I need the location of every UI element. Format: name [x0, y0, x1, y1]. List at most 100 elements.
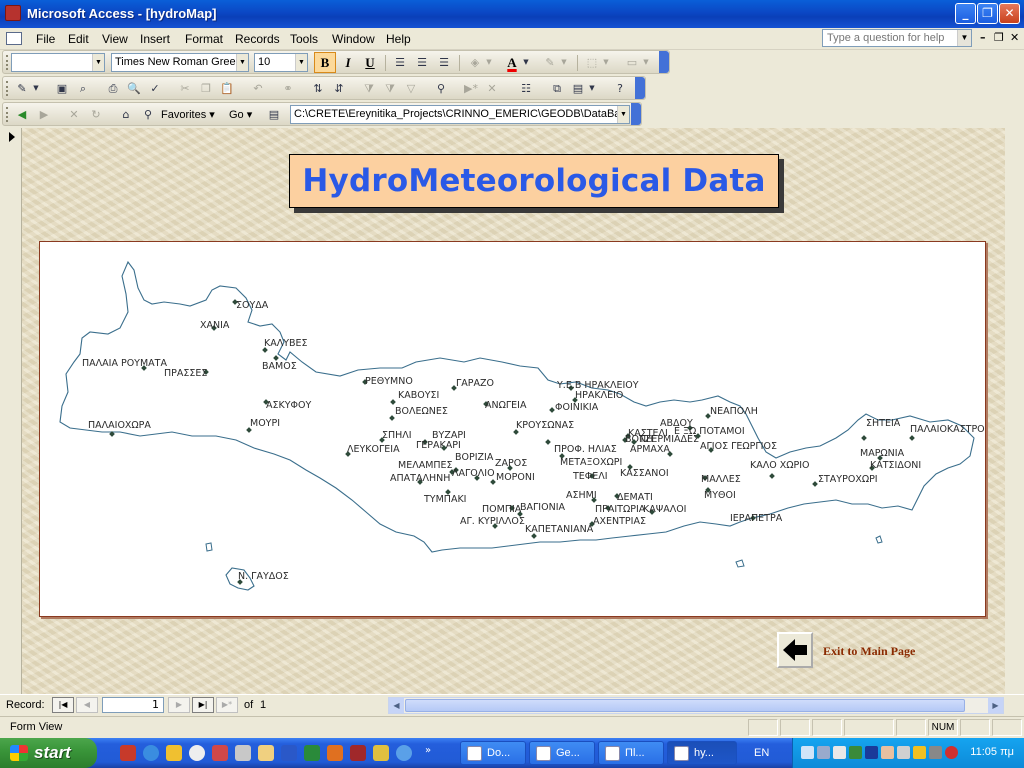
font-color-icon[interactable]: A: [503, 54, 521, 71]
station-29[interactable]: ΑΓ. ΚΥΡΙΛΛΟΣ: [460, 516, 525, 529]
first-record-button[interactable]: |◀: [52, 697, 74, 713]
chevron-down-icon[interactable]: ▼: [587, 80, 597, 97]
station-39[interactable]: ΠΡΑΙΤΩΡΙΑ: [595, 504, 646, 515]
start-button[interactable]: start: [0, 738, 97, 768]
station-27[interactable]: ΠΟΜΠΙΑ: [482, 504, 522, 515]
hyperlink-icon[interactable]: ⚭: [279, 80, 297, 97]
favorites-menu[interactable]: Favorites ▾: [161, 108, 215, 121]
station-26[interactable]: ΤΥΜΠΑΚΙ: [423, 489, 466, 505]
exit-main-page-label[interactable]: Exit to Main Page: [823, 644, 915, 659]
doc-minimize-button[interactable]: –: [980, 31, 986, 44]
station-51[interactable]: ΚΑΨΑΛΟΙ: [643, 504, 686, 515]
quicklaunch-expand-icon[interactable]: »: [425, 745, 435, 761]
station-marker[interactable]: [389, 415, 395, 421]
properties-icon[interactable]: ☷: [517, 80, 535, 97]
last-record-button[interactable]: ▶|: [192, 697, 214, 713]
task-button-active[interactable]: hy...: [667, 741, 737, 765]
menu-window[interactable]: Window: [332, 32, 375, 46]
go-menu[interactable]: Go ▾: [229, 108, 252, 121]
menu-file[interactable]: File: [36, 32, 55, 46]
task-button[interactable]: Πl...: [598, 741, 664, 765]
station-5[interactable]: ΠΑΛΑΙΑ ΡΟΥΜΑΤΑ: [82, 358, 167, 371]
scroll-thumb[interactable]: [405, 699, 965, 712]
powerpoint-icon[interactable]: [327, 745, 343, 761]
doc-close-button[interactable]: ✕: [1010, 31, 1019, 44]
tray-icon[interactable]: [833, 746, 846, 759]
address-combo[interactable]: C:\CRETE\Ereynitika_Projects\CRINNO_EMER…: [290, 105, 630, 124]
cut-icon[interactable]: ✂: [176, 80, 194, 97]
menu-edit[interactable]: Edit: [68, 32, 89, 46]
station-33[interactable]: ΗΡΑΚΛΕΙΟ: [572, 390, 623, 403]
task-button[interactable]: Ge...: [529, 741, 595, 765]
maximize-button[interactable]: ❐: [977, 3, 998, 24]
station-49[interactable]: ΑΓΙΟΣ ΓΕΩΡΓΙΟΣ: [700, 441, 777, 453]
crete-map[interactable]: ΣΟΥΔΑ ΧΑΝΙΑ ΚΑΛΥΒΕΣ ΒΑΜΟΣ ΠΑΛΑΙΑ ΡΟΥΜΑΤΑ ΠΡΑΣ…: [39, 241, 986, 617]
quicklaunch-app-icon[interactable]: [189, 745, 205, 761]
tray-icon[interactable]: [801, 746, 814, 759]
align-right-icon[interactable]: ☰: [435, 54, 453, 71]
help-icon[interactable]: ?: [611, 80, 629, 97]
station-21[interactable]: ΑΠΑΤΑΛΗΝΗ: [390, 473, 450, 485]
quicklaunch-app-icon[interactable]: [373, 745, 389, 761]
station-14[interactable]: ΒΟΛΕΩΝΕΣ: [389, 406, 448, 421]
tray-icon[interactable]: [897, 746, 910, 759]
station-marker[interactable]: [273, 355, 279, 361]
tray-icon[interactable]: [945, 746, 958, 759]
filter-by-selection-icon[interactable]: ⧩: [360, 80, 378, 97]
chevron-down-icon[interactable]: ▼: [601, 54, 611, 71]
station-6[interactable]: ΠΡΑΣΣΕΣ: [164, 368, 209, 379]
station-57[interactable]: ΣΗΤΕΙΑ: [861, 418, 901, 441]
forward-icon[interactable]: ▶: [35, 106, 53, 123]
tray-icon[interactable]: [817, 746, 830, 759]
menu-insert[interactable]: Insert: [140, 32, 170, 46]
tray-icon[interactable]: [849, 746, 862, 759]
station-13[interactable]: ΚΑΒΟΥΣΙ: [390, 390, 439, 405]
fill-color-icon[interactable]: ◈: [466, 54, 484, 71]
station-7[interactable]: ΑΣΚΥΦΟΥ: [263, 399, 311, 411]
toolbar-options-icon[interactable]: [635, 77, 645, 99]
station-42[interactable]: ΚΑΣΣΑΝΟΙ: [620, 464, 669, 479]
toolbar-options-icon[interactable]: [631, 103, 641, 125]
station-48[interactable]: Ε ΞΩ ΠΟΤΑΜΟΙ: [674, 426, 745, 439]
quicklaunch-app-icon[interactable]: [120, 745, 136, 761]
quicklaunch-app-icon[interactable]: [212, 745, 228, 761]
find-icon[interactable]: ⚲: [432, 80, 450, 97]
align-center-icon[interactable]: ☰: [413, 54, 431, 71]
scroll-left-icon[interactable]: ◀: [389, 698, 404, 713]
record-selector[interactable]: [0, 128, 22, 694]
station-46[interactable]: ΑΡΜΑΧΑ: [630, 444, 673, 457]
filter-by-form-icon[interactable]: ⧩: [381, 80, 399, 97]
toolbar-grip[interactable]: [6, 81, 9, 96]
station-28[interactable]: ΒΑΓΙΟΝΙΑ: [517, 502, 565, 517]
station-23[interactable]: ΛΑΓΟΛΙΟ: [452, 468, 495, 481]
database-window-icon[interactable]: ⧉: [548, 80, 566, 97]
save-icon[interactable]: ▣: [53, 80, 71, 97]
apply-filter-icon[interactable]: ▽: [402, 80, 420, 97]
font-name-combo[interactable]: Times New Roman Greek ▼: [111, 53, 249, 72]
sort-ascending-icon[interactable]: ⇅: [309, 80, 327, 97]
station-54[interactable]: ΙΕΡΑΠΕΤΡΑ: [730, 513, 783, 524]
station-55[interactable]: ΚΑΛΟ ΧΩΡΙΟ: [750, 460, 810, 479]
quicklaunch-app-icon[interactable]: [258, 745, 274, 761]
object-combo[interactable]: ▼: [11, 53, 105, 72]
toolbar-options-icon[interactable]: [659, 51, 669, 73]
chevron-down-icon[interactable]: ▼: [559, 54, 569, 71]
sort-descending-icon[interactable]: ⇵: [330, 80, 348, 97]
station-40[interactable]: ΑΧΕΝΤΡΙΑΣ: [589, 516, 646, 527]
italic-button[interactable]: I: [339, 54, 357, 71]
tray-icon[interactable]: [881, 746, 894, 759]
next-record-button[interactable]: ▶: [168, 697, 190, 713]
paste-icon[interactable]: 📋: [218, 80, 236, 97]
file-search-icon[interactable]: ⌕: [74, 80, 92, 97]
current-record-input[interactable]: 1: [102, 697, 164, 713]
stop-icon[interactable]: ✕: [65, 106, 83, 123]
scroll-right-icon[interactable]: ▶: [988, 698, 1003, 713]
home-icon[interactable]: ⌂: [117, 106, 135, 123]
close-button[interactable]: ✕: [999, 3, 1020, 24]
border-icon[interactable]: ⬚: [583, 54, 601, 71]
station-19[interactable]: ΛΕΥΚΟΓΕΙΑ: [345, 444, 400, 457]
station-marker[interactable]: [861, 435, 867, 441]
chevron-down-icon[interactable]: ▼: [31, 80, 41, 97]
station-marker[interactable]: [769, 473, 775, 479]
delete-record-icon[interactable]: ✕: [483, 80, 501, 97]
